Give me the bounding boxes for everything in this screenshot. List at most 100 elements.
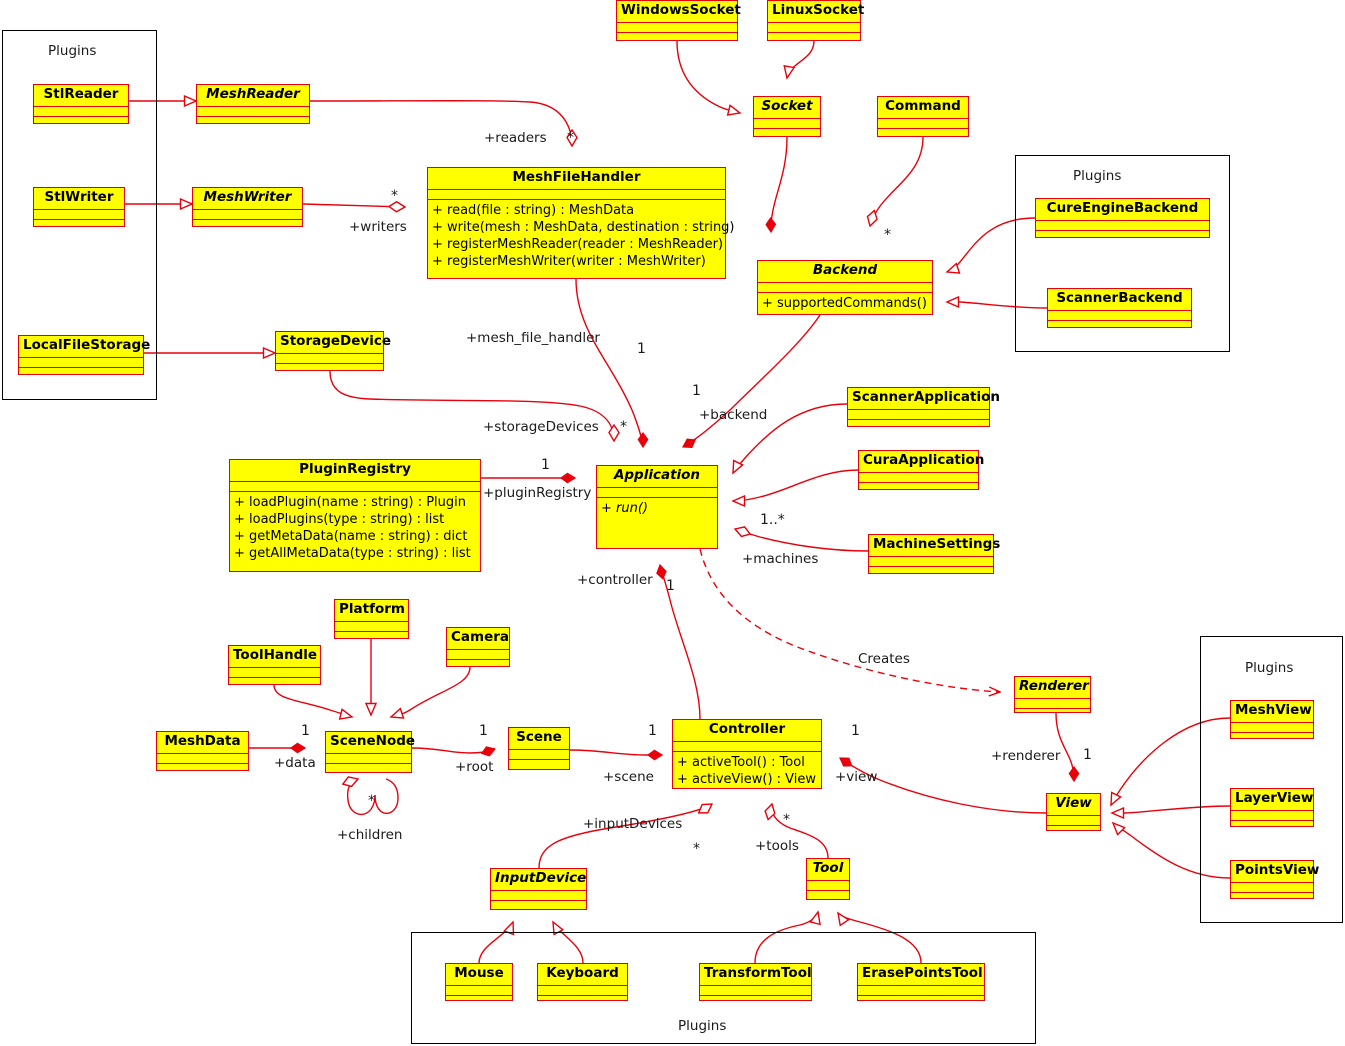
class-name: ScannerApplication xyxy=(848,388,1000,410)
edge-label-controller: +controller xyxy=(577,572,653,588)
edge-label-writers-mult: * xyxy=(391,188,398,204)
class-box-storagedevice[interactable]: StorageDevice xyxy=(275,331,391,371)
edge-label-command-mult: * xyxy=(884,227,891,243)
class-box-pointsview[interactable]: PointsView xyxy=(1230,860,1319,899)
class-attributes xyxy=(1036,221,1209,231)
class-operations xyxy=(768,33,860,42)
class-operations xyxy=(1047,826,1100,835)
class-box-meshfilehandler[interactable]: MeshFileHandler + read(file : string) : M… xyxy=(427,167,735,279)
class-name: Command xyxy=(878,97,968,119)
class-operations xyxy=(878,129,968,138)
class-box-scenenode[interactable]: SceneNode xyxy=(325,731,415,773)
class-box-stlwriter[interactable]: StlWriter xyxy=(33,187,125,227)
class-attributes xyxy=(878,119,968,129)
class-box-scannerapplication[interactable]: ScannerApplication xyxy=(847,387,1000,427)
class-box-stlreader[interactable]: StlReader xyxy=(33,84,129,124)
edge-label-machines-mult: 1..* xyxy=(760,512,785,528)
edge-label-tools-mult: * xyxy=(783,812,790,828)
edge-label-view: +view xyxy=(835,769,878,785)
class-box-transformtool[interactable]: TransformTool xyxy=(699,963,812,1001)
class-box-meshview[interactable]: MeshView xyxy=(1230,700,1314,739)
class-attributes xyxy=(447,650,509,660)
class-box-linuxsocket[interactable]: LinuxSocket xyxy=(767,0,864,42)
class-name: SceneNode xyxy=(326,732,415,754)
package-label: Plugins xyxy=(1245,660,1294,676)
class-box-platform[interactable]: Platform xyxy=(334,599,409,639)
class-name: MachineSettings xyxy=(869,535,1000,557)
class-name: Renderer xyxy=(1015,677,1090,699)
class-attributes xyxy=(673,742,821,752)
class-operations xyxy=(34,117,128,126)
class-operations xyxy=(335,632,408,641)
class-operation: + supportedCommands() xyxy=(762,295,927,311)
class-box-tool[interactable]: Tool xyxy=(806,858,850,900)
edge-label-children-mult: * xyxy=(368,793,375,809)
class-operations: + activeTool() : Tool + activeView() : Vi… xyxy=(673,752,821,791)
edge-label-storage: +storageDevices xyxy=(483,419,599,435)
class-box-meshreader[interactable]: MeshReader xyxy=(196,84,310,124)
class-box-inputdevice[interactable]: InputDevice xyxy=(490,868,587,910)
class-attributes xyxy=(848,410,989,420)
package-label: Plugins xyxy=(48,43,97,59)
edge-label-storage-mult: * xyxy=(620,419,627,435)
class-operations xyxy=(197,117,309,126)
class-operations xyxy=(858,996,984,1005)
edge-label-mfh-one: 1 xyxy=(637,341,646,357)
class-box-erasepointstool[interactable]: ErasePointsTool xyxy=(857,963,985,1001)
class-box-cureenginebackend[interactable]: CureEngineBackend xyxy=(1035,198,1210,238)
class-name: ErasePointsTool xyxy=(858,964,984,986)
class-name: ToolHandle xyxy=(229,646,320,668)
edge-label-mesh-handler: +mesh_file_handler xyxy=(466,330,600,346)
class-attributes xyxy=(859,473,978,483)
class-attributes xyxy=(768,23,860,33)
class-box-view[interactable]: View xyxy=(1046,793,1101,831)
class-operations xyxy=(157,764,248,773)
class-attributes xyxy=(1048,311,1191,321)
class-box-toolhandle[interactable]: ToolHandle xyxy=(228,645,321,685)
class-attributes xyxy=(758,283,932,293)
class-box-mouse[interactable]: Mouse xyxy=(445,963,513,1001)
class-operations xyxy=(1036,231,1209,240)
class-attributes xyxy=(1231,811,1313,821)
package-label: Plugins xyxy=(1073,168,1122,184)
edge-label-backend-one: 1 xyxy=(692,383,701,399)
class-attributes xyxy=(326,754,411,764)
class-name: StorageDevice xyxy=(276,332,391,354)
class-operations xyxy=(700,996,811,1005)
class-operations xyxy=(859,483,978,492)
class-box-windowssocket[interactable]: WindowsSocket xyxy=(616,0,741,41)
class-box-application[interactable]: Application + run() xyxy=(596,465,718,549)
class-box-backend[interactable]: Backend + supportedCommands() xyxy=(757,260,933,315)
class-box-command[interactable]: Command xyxy=(877,96,969,137)
class-operations xyxy=(538,996,627,1005)
class-attributes xyxy=(335,622,408,632)
class-box-socket[interactable]: Socket xyxy=(753,96,821,137)
class-name: Socket xyxy=(754,97,820,119)
class-name: Keyboard xyxy=(538,964,627,986)
class-operations xyxy=(1231,821,1313,830)
class-box-meshwriter[interactable]: MeshWriter xyxy=(192,187,303,227)
class-operations xyxy=(19,368,143,377)
class-box-meshdata[interactable]: MeshData xyxy=(156,731,249,771)
class-box-localfilestorage[interactable]: LocalFileStorage xyxy=(18,335,150,377)
edge-label-children: +children xyxy=(337,827,403,843)
class-box-scannerbackend[interactable]: ScannerBackend xyxy=(1047,288,1192,328)
class-box-pluginregistry[interactable]: PluginRegistry + loadPlugin(name : string… xyxy=(229,459,481,572)
class-attributes xyxy=(597,488,717,498)
class-operations xyxy=(1015,709,1090,718)
class-box-scene[interactable]: Scene xyxy=(508,727,570,770)
class-box-curaapplication[interactable]: CuraApplication xyxy=(858,450,984,492)
class-operations: + read(file : string) : MeshData + write(… xyxy=(428,200,735,274)
class-box-renderer[interactable]: Renderer xyxy=(1014,676,1091,713)
class-name: MeshData xyxy=(157,732,248,754)
class-name: MeshView xyxy=(1231,701,1313,723)
class-attributes xyxy=(807,881,849,891)
class-box-camera[interactable]: Camera xyxy=(446,627,510,667)
class-attributes xyxy=(229,668,320,678)
class-box-machinesettings[interactable]: MachineSettings xyxy=(868,534,1000,574)
class-box-controller[interactable]: Controller + activeTool() : Tool + activeV… xyxy=(672,719,822,789)
class-box-keyboard[interactable]: Keyboard xyxy=(537,963,628,1001)
edge-label-writers: +writers xyxy=(349,219,407,235)
class-name: View xyxy=(1047,794,1100,816)
class-box-layerview[interactable]: LayerView xyxy=(1230,788,1314,827)
